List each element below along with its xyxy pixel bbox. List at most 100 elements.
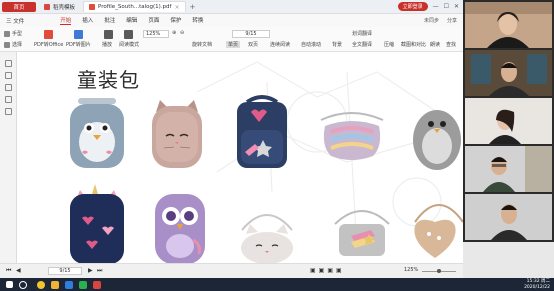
read-aloud-button[interactable]: 朗读 bbox=[430, 41, 440, 48]
video-tile-participant-1[interactable] bbox=[465, 2, 552, 48]
play-button[interactable]: 播放 bbox=[102, 41, 112, 48]
toolbar: 手型 选择 PDF转Office PDF转图片 播放 阅读模式 125% ⊕ ⊖… bbox=[0, 27, 463, 52]
ribbon-tab-edit[interactable]: 编辑 bbox=[126, 16, 137, 25]
compress-button[interactable]: 压缩 bbox=[384, 41, 394, 48]
last-page-icon[interactable]: ⏭ bbox=[97, 267, 102, 275]
rotate-button[interactable]: 旋转文档 bbox=[192, 41, 212, 48]
ribbon-tab-start[interactable]: 开始 bbox=[60, 16, 72, 25]
search-icon[interactable] bbox=[19, 280, 27, 289]
start-icon[interactable] bbox=[6, 281, 13, 288]
status-bar: ⏮ ◀ 9/15 ▶ ⏭ ▣▣▣▣ 125% bbox=[0, 263, 463, 278]
video-tile-participant-2[interactable] bbox=[465, 50, 552, 96]
prev-page-icon[interactable]: ◀ bbox=[16, 267, 21, 274]
docer-icon bbox=[44, 3, 50, 10]
zoom-in-icon[interactable]: ⊕ bbox=[172, 30, 176, 36]
ribbon-tabs: 开始 插入 批注 编辑 页面 保护 转换 bbox=[60, 16, 203, 25]
image-icon bbox=[74, 30, 83, 39]
view-mode-icons[interactable]: ▣▣▣▣ bbox=[310, 267, 345, 274]
document-page[interactable]: 童装包 bbox=[17, 52, 463, 263]
word-translate-button[interactable]: 划词翻译 bbox=[352, 30, 372, 37]
single-page-button[interactable]: 单页 bbox=[226, 41, 241, 48]
page-number-input[interactable]: 9/15 bbox=[232, 30, 270, 38]
windows-taskbar: 15:32 周二 2020/12/22 bbox=[0, 278, 554, 291]
close-window-icon[interactable]: ✕ bbox=[454, 3, 459, 10]
thumbnail-icon[interactable] bbox=[5, 72, 12, 79]
close-tab-icon[interactable]: × bbox=[174, 4, 179, 11]
clock-date: 2020/12/22 bbox=[524, 284, 550, 290]
zoom-slider[interactable] bbox=[422, 269, 456, 273]
product-white-cat-crossbody bbox=[241, 214, 293, 263]
wps-icon[interactable] bbox=[93, 280, 101, 289]
chrome-icon[interactable] bbox=[37, 280, 45, 289]
bookmark-icon[interactable] bbox=[5, 60, 12, 67]
ribbon-tab-insert[interactable]: 插入 bbox=[82, 16, 93, 25]
continuous-read-button[interactable]: 连续阅读 bbox=[270, 41, 290, 48]
select-tool-button[interactable]: 选择 bbox=[4, 41, 22, 48]
full-translate-button[interactable]: 全文翻译 bbox=[352, 41, 372, 48]
tencent-meeting-icon[interactable] bbox=[65, 280, 73, 289]
tab-docer-templates[interactable]: 稻壳模板 bbox=[39, 1, 80, 12]
login-button[interactable]: 立即登录 bbox=[397, 2, 428, 11]
search-button[interactable]: 查找 bbox=[446, 41, 456, 48]
title-bar: 首页 稻壳模板 Profile_South...talog(1).pdf × +… bbox=[0, 0, 463, 14]
comment-icon[interactable] bbox=[5, 84, 12, 91]
zoom-out-icon[interactable]: ⊖ bbox=[180, 30, 184, 36]
video-tile-participant-5[interactable] bbox=[465, 194, 552, 240]
double-page-button[interactable]: 双页 bbox=[248, 41, 258, 48]
system-clock[interactable]: 15:32 周二 2020/12/22 bbox=[524, 279, 550, 290]
next-page-icon[interactable]: ▶ bbox=[88, 267, 93, 274]
product-heart-star-backpack bbox=[237, 95, 287, 168]
file-menu[interactable]: 三 文件 bbox=[6, 17, 24, 25]
share-button[interactable]: 分享 bbox=[447, 17, 457, 24]
pdf-reader-window: 首页 稻壳模板 Profile_South...talog(1).pdf × +… bbox=[0, 0, 463, 278]
left-sidebar bbox=[0, 52, 17, 263]
pdf-icon bbox=[89, 4, 96, 10]
ribbon-tab-annotate[interactable]: 批注 bbox=[104, 16, 115, 25]
product-heart-crossbody bbox=[414, 204, 463, 258]
page-title: 童装包 bbox=[77, 68, 140, 92]
auto-scroll-button[interactable]: 自动滚动 bbox=[301, 41, 321, 48]
maximize-icon[interactable]: ☐ bbox=[444, 3, 449, 10]
tab-pdf-document[interactable]: Profile_South...talog(1).pdf × bbox=[83, 1, 186, 12]
product-fluffy-penguin-bag bbox=[413, 110, 461, 170]
hand-tool-button[interactable]: 手型 bbox=[4, 30, 22, 37]
zoom-input[interactable]: 125% bbox=[143, 30, 169, 38]
read-mode-button[interactable]: 阅读模式 bbox=[119, 41, 139, 48]
product-sequin-cat-backpack bbox=[152, 100, 202, 168]
tab-label: Profile_South...talog(1).pdf bbox=[98, 4, 172, 10]
video-tile-participant-3[interactable] bbox=[465, 98, 552, 144]
video-conference-panel bbox=[463, 0, 554, 242]
pdf-convert-icon bbox=[44, 30, 53, 39]
product-owl-backpack bbox=[155, 194, 205, 263]
video-tile-participant-4[interactable] bbox=[465, 146, 552, 192]
minimize-icon[interactable]: — bbox=[433, 3, 439, 10]
play-icon bbox=[104, 30, 113, 39]
product-unicorn-navy-backpack bbox=[70, 184, 124, 263]
product-rainbow-star-crossbody bbox=[334, 210, 390, 256]
home-tab[interactable]: 首页 bbox=[2, 1, 36, 12]
ribbon-tab-convert[interactable]: 转换 bbox=[192, 16, 203, 25]
wechat-icon[interactable] bbox=[79, 280, 87, 289]
hand-icon bbox=[4, 30, 10, 37]
ribbon-tab-page[interactable]: 页面 bbox=[148, 16, 159, 25]
book-icon bbox=[124, 30, 133, 39]
new-tab-icon[interactable]: + bbox=[190, 3, 196, 11]
folder-icon[interactable] bbox=[51, 280, 59, 289]
menu-bar: 三 文件 开始 插入 批注 编辑 页面 保护 转换 未同步 分享 bbox=[0, 14, 463, 27]
pdf-to-image-button[interactable]: PDF转图片 bbox=[66, 41, 91, 48]
first-page-icon[interactable]: ⏮ bbox=[6, 267, 11, 275]
status-page-input[interactable]: 9/15 bbox=[48, 267, 82, 275]
screenshot-compare-button[interactable]: 截图和对比 bbox=[401, 41, 426, 48]
pdf-to-office-button[interactable]: PDF转Office bbox=[34, 41, 63, 48]
product-rainbow-sequin-waist-bag bbox=[320, 112, 384, 160]
clock-time: 15:32 周二 bbox=[526, 279, 550, 284]
product-penguin-backpack bbox=[70, 98, 124, 168]
cursor-icon bbox=[4, 41, 10, 48]
ribbon-tab-protect[interactable]: 保护 bbox=[170, 16, 181, 25]
attachment-icon[interactable] bbox=[5, 96, 12, 103]
background-button[interactable]: 背景 bbox=[332, 41, 342, 48]
tab-label: 稻壳模板 bbox=[53, 4, 76, 11]
sync-status[interactable]: 未同步 bbox=[424, 17, 439, 24]
search-panel-icon[interactable] bbox=[5, 108, 12, 115]
zoom-slider-knob[interactable] bbox=[437, 269, 441, 273]
